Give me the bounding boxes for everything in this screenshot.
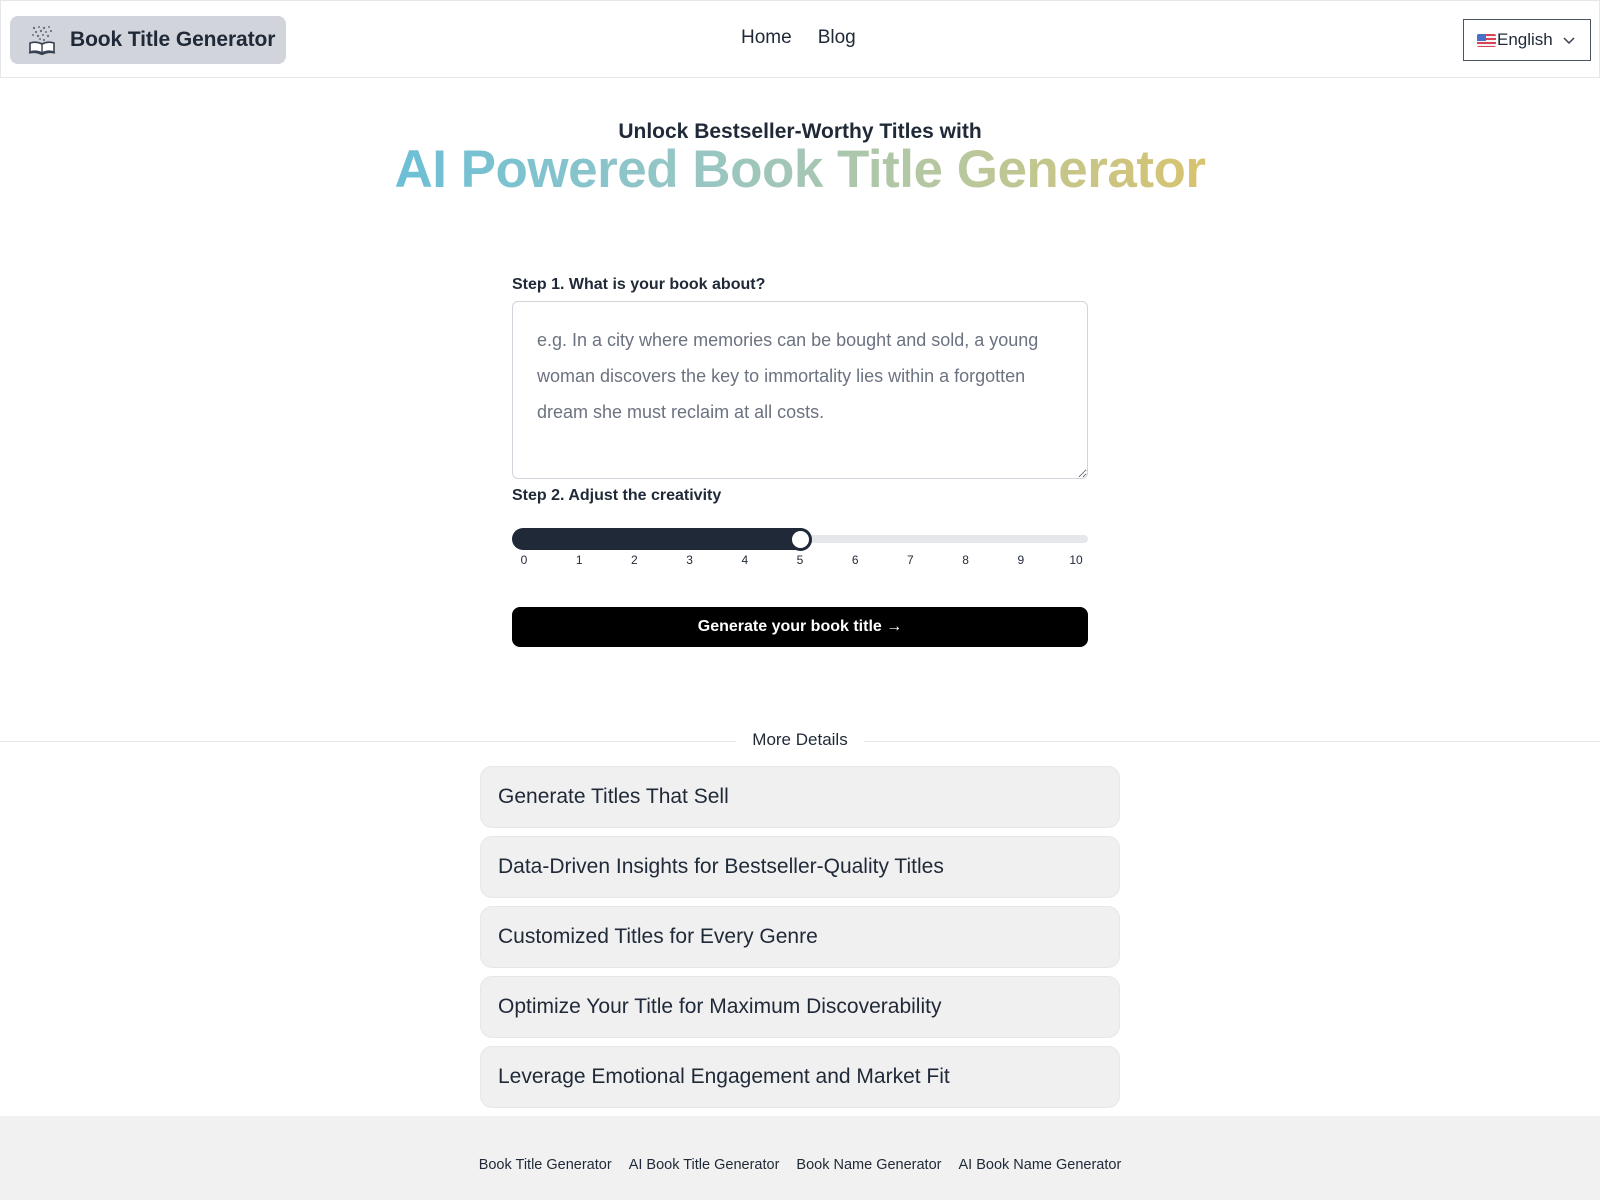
slider-tick-label: 0 — [520, 553, 528, 567]
footer-link-book-name-generator[interactable]: Book Name Generator — [796, 1157, 941, 1173]
site-footer: Book Title Generator AI Book Title Gener… — [0, 1116, 1600, 1200]
site-header: Book Title Generator Home Blog English — [0, 0, 1600, 78]
language-selected-label: English — [1497, 30, 1553, 49]
slider-tick-labels: 0 1 2 3 4 5 6 7 8 9 10 — [512, 553, 1088, 569]
slider-tick-label: 8 — [962, 553, 969, 567]
logo-label: Book Title Generator — [70, 28, 276, 51]
main-nav: Home Blog — [741, 27, 856, 49]
chevron-down-icon — [1563, 37, 1575, 45]
details-accordion: Generate Titles That Sell Data-Driven In… — [480, 766, 1120, 1116]
us-flag-icon — [1477, 33, 1496, 47]
generate-title-button[interactable]: Generate your book title → — [512, 607, 1088, 647]
step2-label: Step 2. Adjust the creativity — [512, 487, 722, 504]
title-generator-form: Step 1. What is your book about? Step 2.… — [512, 276, 1088, 647]
accordion-item-titles-that-sell[interactable]: Generate Titles That Sell — [480, 766, 1120, 828]
nav-home-link[interactable]: Home — [741, 27, 792, 49]
language-select[interactable]: English — [1463, 19, 1591, 61]
slider-tick-label: 4 — [741, 553, 749, 567]
slider-tick-label: 3 — [686, 553, 693, 567]
slider-tick-label: 7 — [907, 553, 914, 567]
accordion-item-label: Data-Driven Insights for Bestseller-Qual… — [498, 855, 944, 878]
creativity-slider[interactable] — [512, 525, 1088, 555]
slider-tick-label: 2 — [631, 553, 638, 567]
slider-tick-label: 1 — [575, 553, 583, 567]
accordion-item-label: Customized Titles for Every Genre — [498, 925, 818, 948]
accordion-item-label: Generate Titles That Sell — [498, 785, 729, 808]
hero-title: AI Powered Book Title Generator — [0, 140, 1600, 200]
step1-label: Step 1. What is your book about? — [512, 276, 766, 293]
slider-fill — [512, 528, 811, 550]
accordion-item-data-driven-insights[interactable]: Data-Driven Insights for Bestseller-Qual… — [480, 836, 1120, 898]
footer-link-ai-book-title-generator[interactable]: AI Book Title Generator — [629, 1157, 780, 1173]
book-description-textarea[interactable] — [512, 301, 1088, 479]
accordion-item-optimize-discoverability[interactable]: Optimize Your Title for Maximum Discover… — [480, 976, 1120, 1038]
slider-thumb[interactable] — [788, 528, 812, 551]
logo-home-button[interactable]: Book Title Generator — [10, 16, 286, 64]
slider-tick-label: 5 — [796, 553, 804, 567]
accordion-item-customized-titles[interactable]: Customized Titles for Every Genre — [480, 906, 1120, 968]
slider-tick-label: 10 — [1069, 553, 1083, 567]
open-book-icon — [28, 26, 56, 55]
slider-tick-label: 9 — [1017, 553, 1025, 567]
footer-link-ai-book-name-generator[interactable]: AI Book Name Generator — [958, 1157, 1121, 1173]
more-details-label: More Details — [736, 730, 864, 750]
slider-tick-label: 6 — [851, 553, 859, 567]
footer-link-book-title-generator[interactable]: Book Title Generator — [479, 1157, 612, 1173]
hero-title-text: AI Powered Book Title Generator — [394, 140, 1206, 199]
nav-blog-link[interactable]: Blog — [818, 27, 856, 49]
accordion-item-emotional-engagement[interactable]: Leverage Emotional Engagement and Market… — [480, 1046, 1120, 1108]
accordion-item-label: Leverage Emotional Engagement and Market… — [498, 1065, 950, 1088]
accordion-item-label: Optimize Your Title for Maximum Discover… — [498, 995, 942, 1018]
